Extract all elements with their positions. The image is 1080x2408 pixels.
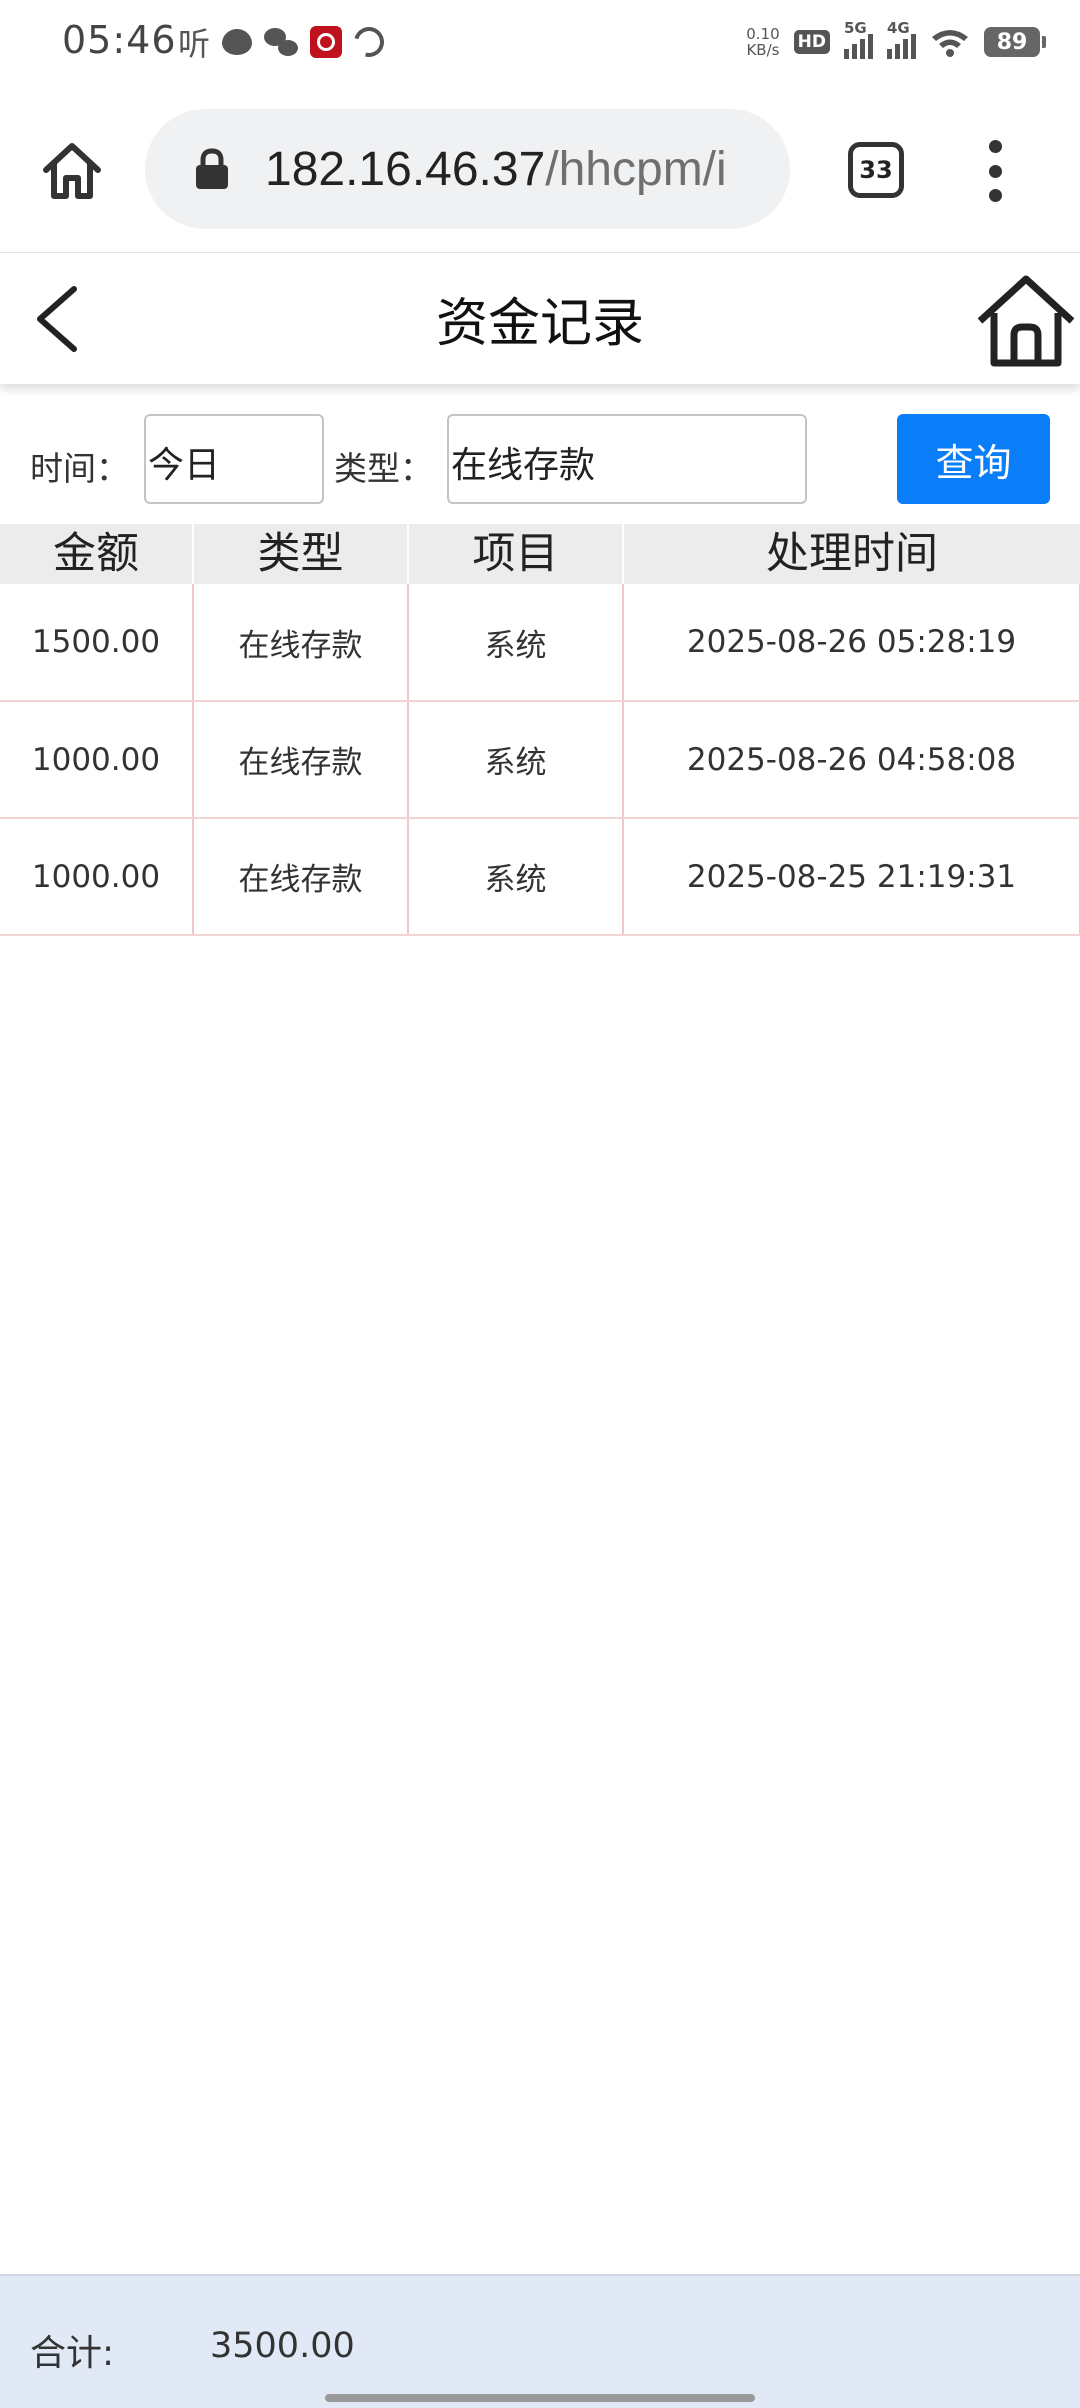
network-speed-value: 0.10	[746, 25, 780, 43]
home-icon[interactable]	[976, 273, 1076, 369]
time-filter-select[interactable]: 今日	[144, 414, 324, 504]
wifi-icon	[932, 30, 968, 57]
more-menu-icon[interactable]	[974, 140, 1016, 202]
url-path: /hhcpm/i	[545, 142, 727, 196]
cell-amount: 1500.00	[0, 584, 194, 702]
gesture-navigation-bar[interactable]	[325, 2394, 755, 2402]
table-row: 1000.00 在线存款 系统 2025-08-25 21:19:31	[0, 818, 1080, 936]
system-indicators: 0.10 KB/s HD 5G 4G 89	[746, 19, 1046, 64]
status-time: 05:46	[62, 18, 177, 62]
tab-count: 33	[859, 156, 893, 184]
network-speed: 0.10 KB/s	[746, 26, 779, 58]
lock-icon	[196, 148, 228, 189]
total-label: 合计:	[30, 2333, 115, 2374]
fund-records-table: 金额 类型 项目 处理时间 1500.00 在线存款 系统 2025-08-26…	[0, 524, 1080, 936]
status-bar: 05:46 听 0.10 KB/s HD 5G 4G 89	[0, 0, 1080, 84]
column-header-item: 项目	[408, 524, 624, 584]
time-filter-label: 时间：	[30, 449, 129, 488]
total-value: 3500.00	[210, 2326, 355, 2366]
query-button[interactable]: 查询	[897, 414, 1050, 504]
cell-time: 2025-08-26 05:28:19	[623, 584, 1080, 702]
battery-level: 89	[996, 29, 1028, 55]
page-header: 资金记录	[0, 252, 1080, 384]
cell-amount: 1000.00	[0, 701, 194, 819]
notification-icons: 听	[178, 21, 390, 63]
battery-icon: 89	[984, 27, 1046, 57]
table-row: 1500.00 在线存款 系统 2025-08-26 05:28:19	[0, 584, 1080, 702]
ting-app-icon: 听	[178, 25, 211, 63]
cell-item: 系统	[408, 818, 624, 936]
hd-voice-icon: HD	[793, 30, 830, 54]
address-bar[interactable]: 182.16.46.37/hhcpm/i	[145, 109, 790, 229]
filter-bar: 时间： 今日 类型： 在线存款 查询	[0, 384, 1080, 524]
sports-app-icon	[348, 21, 390, 63]
column-header-amount: 金额	[0, 524, 194, 584]
cell-type: 在线存款	[193, 818, 409, 936]
column-header-time: 处理时间	[623, 524, 1080, 584]
url-text: 182.16.46.37/hhcpm/i	[265, 142, 727, 197]
message-icon	[222, 29, 253, 55]
signal-4g-label: 4G	[887, 19, 910, 37]
wechat-icon	[264, 28, 299, 56]
url-host: 182.16.46.37	[265, 142, 546, 196]
cell-item: 系统	[408, 584, 624, 702]
cell-type: 在线存款	[193, 701, 409, 819]
column-header-type: 类型	[193, 524, 409, 584]
cell-time: 2025-08-25 21:19:31	[623, 818, 1080, 936]
browser-home-icon[interactable]	[36, 136, 108, 208]
cell-time: 2025-08-26 04:58:08	[623, 701, 1080, 819]
total-footer: 合计: 3500.00	[0, 2274, 1080, 2408]
table-row: 1000.00 在线存款 系统 2025-08-26 04:58:08	[0, 701, 1080, 819]
bank-app-icon	[310, 26, 343, 58]
page-title: 资金记录	[435, 294, 644, 354]
table-header-row: 金额 类型 项目 处理时间	[0, 524, 1080, 584]
network-speed-unit: KB/s	[746, 41, 780, 59]
cell-amount: 1000.00	[0, 818, 194, 936]
cell-type: 在线存款	[193, 584, 409, 702]
type-filter-select[interactable]: 在线存款	[447, 414, 807, 504]
signal-5g-label: 5G	[844, 19, 867, 37]
tab-switcher-button[interactable]: 33	[848, 142, 904, 198]
cell-item: 系统	[408, 701, 624, 819]
browser-toolbar: 182.16.46.37/hhcpm/i 33	[0, 84, 1080, 252]
signal-4g-icon: 4G	[887, 19, 916, 59]
signal-5g-icon: 5G	[844, 19, 873, 59]
type-filter-label: 类型：	[334, 449, 433, 488]
